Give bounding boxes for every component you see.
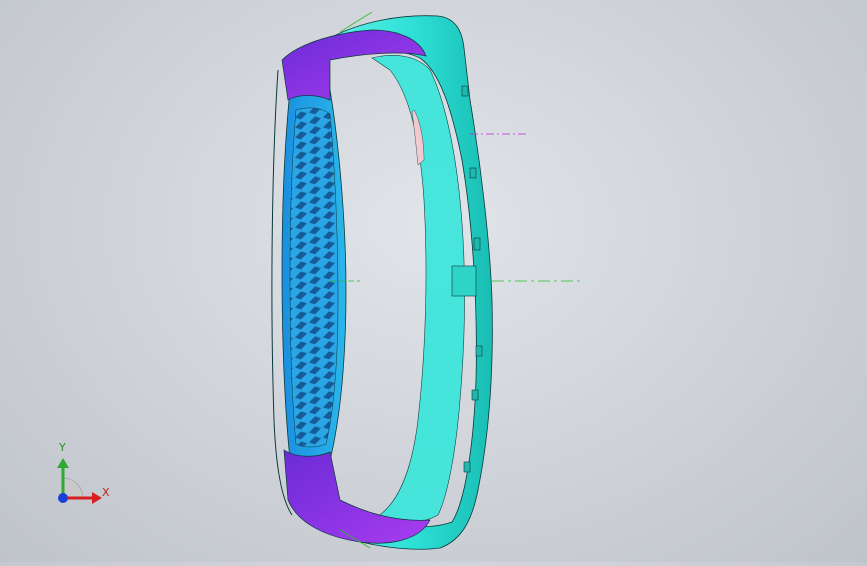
triad-z-axis — [58, 493, 68, 503]
part-model[interactable] — [0, 0, 867, 562]
grille-mesh — [289, 107, 339, 448]
triad-x-arrow — [92, 492, 102, 504]
triad-y-label: Y — [59, 441, 66, 454]
view-triad — [57, 458, 102, 504]
triad-y-arrow — [57, 458, 69, 468]
triad-x-label: X — [102, 486, 110, 499]
graphics-viewport[interactable]: Y X — [0, 0, 867, 562]
